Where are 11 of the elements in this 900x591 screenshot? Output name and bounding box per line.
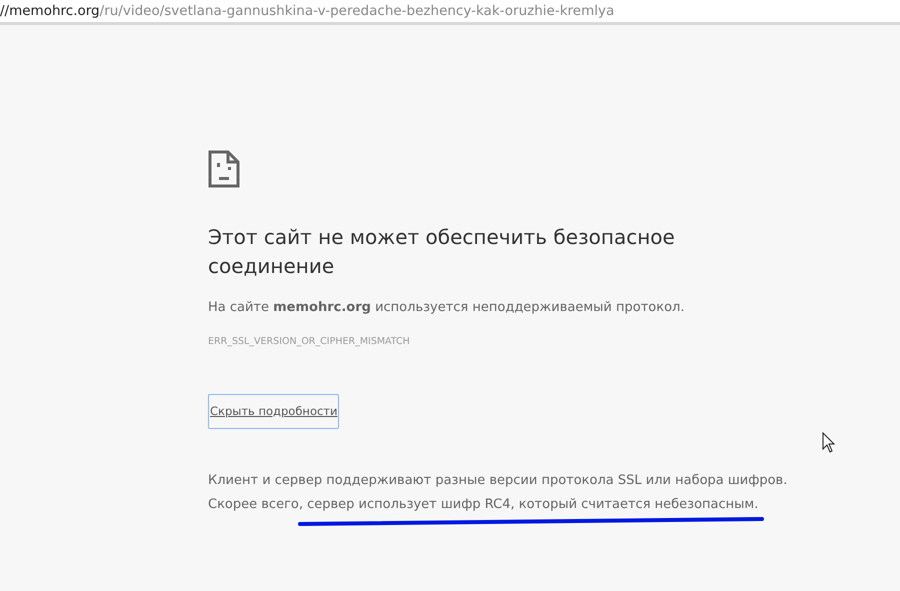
address-bar[interactable]: //memohrc.org/ru/video/svetlana-gannushkina-v-peredache-bezhency-kak-oruzhie-kremlya bbox=[0, 0, 900, 25]
details-text: Скорее всего, сервер использует шифр RC4, который считается небезопасным. bbox=[208, 496, 760, 514]
details-text: Клиент и сервер поддерживают разные версии протокола SSL или набора шифров. bbox=[208, 472, 788, 490]
cursor-icon bbox=[822, 432, 836, 454]
error-code: ERR_SSL_VERSION_OR_CIPHER_MISMATCH bbox=[208, 334, 411, 348]
url-path: /ru/video/svetlana-gannushkina-v-peredache-bezhency-kak-oruzhie-kremlya bbox=[100, 2, 614, 21]
broken-page-icon bbox=[208, 150, 240, 188]
error-summary: На сайте memohrc.org используется неподдерживаемый протокол. bbox=[208, 299, 686, 317]
error-heading: Этот сайт не может обеспечить безопасное соединение bbox=[208, 224, 676, 280]
url-host: //memohrc.org bbox=[0, 2, 100, 21]
hide-details-button[interactable]: Скрыть подробности bbox=[208, 394, 340, 429]
